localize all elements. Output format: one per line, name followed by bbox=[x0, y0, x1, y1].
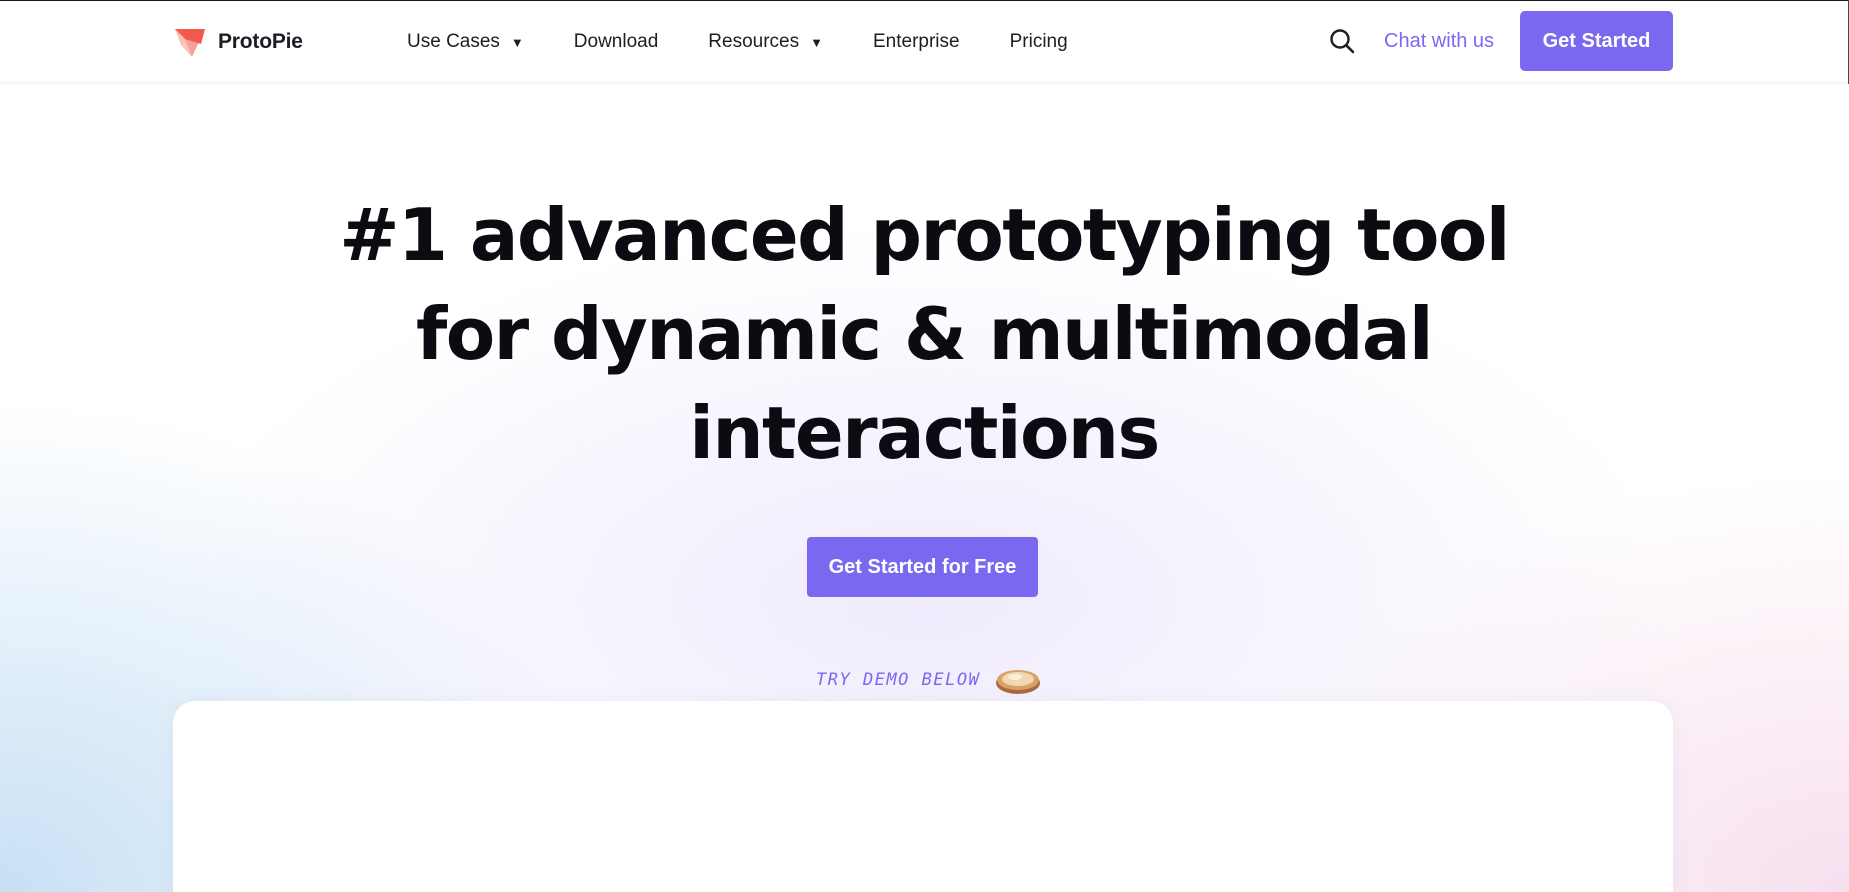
get-started-free-button[interactable]: Get Started for Free bbox=[807, 537, 1038, 597]
try-demo-text: TRY DEMO BELOW bbox=[816, 670, 981, 690]
protopie-logo[interactable]: ProtoPie bbox=[172, 25, 303, 59]
hero-title-line: interactions bbox=[689, 391, 1160, 475]
nav-use-cases[interactable]: Use Cases ▼ bbox=[407, 31, 524, 53]
demo-embed-card[interactable] bbox=[173, 701, 1673, 892]
hero-title: #1 advanced prototyping tool for dynamic… bbox=[324, 186, 1524, 483]
nav-enterprise[interactable]: Enterprise bbox=[873, 31, 960, 53]
hero-title-line: #1 advanced prototyping tool bbox=[339, 193, 1510, 277]
search-icon bbox=[1330, 29, 1355, 54]
protopie-logo-icon bbox=[175, 29, 205, 57]
main-nav: Use Cases ▼ Download Resources ▼ Enterpr… bbox=[407, 26, 1118, 58]
brand-name: ProtoPie bbox=[218, 30, 303, 53]
nav-resources[interactable]: Resources ▼ bbox=[708, 31, 823, 53]
chat-with-us-link[interactable]: Chat with us bbox=[1384, 30, 1494, 53]
nav-pricing[interactable]: Pricing bbox=[1010, 31, 1068, 53]
caret-down-icon: ▼ bbox=[810, 34, 823, 50]
caret-down-icon: ▼ bbox=[510, 34, 524, 50]
search-button[interactable] bbox=[1328, 27, 1358, 57]
pie-icon bbox=[994, 664, 1042, 696]
nav-enterprise-label: Enterprise bbox=[873, 31, 960, 52]
nav-resources-label: Resources bbox=[708, 31, 800, 52]
nav-download-label: Download bbox=[573, 31, 659, 52]
hero-title-line: for dynamic & multimodal bbox=[416, 292, 1434, 376]
site-header: ProtoPie Use Cases ▼ Download Resources … bbox=[0, 1, 1849, 81]
nav-use-cases-label: Use Cases bbox=[407, 31, 500, 52]
get-started-button[interactable]: Get Started bbox=[1520, 11, 1673, 71]
nav-download[interactable]: Download bbox=[574, 31, 659, 53]
nav-pricing-label: Pricing bbox=[1009, 31, 1068, 52]
try-demo-hint: TRY DEMO BELOW bbox=[816, 664, 1042, 696]
